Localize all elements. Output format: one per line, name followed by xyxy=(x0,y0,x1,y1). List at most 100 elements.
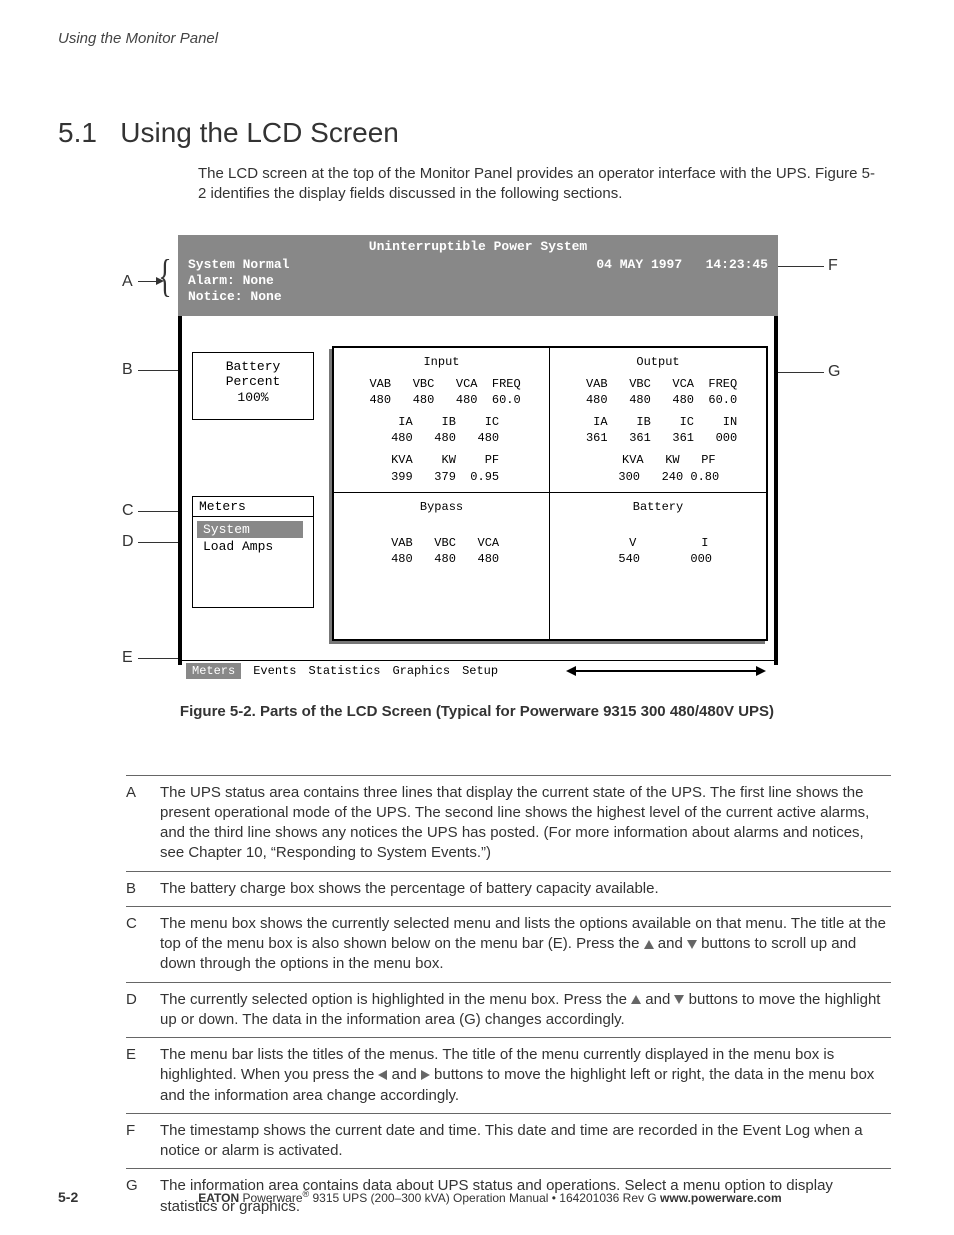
data-row: VAB VBC VCA FREQ xyxy=(558,376,758,392)
footer-text: EATON Powerware® 9315 UPS (200–300 kVA) … xyxy=(198,1189,781,1205)
figure-caption: Figure 5-2. Parts of the LCD Screen (Typ… xyxy=(58,703,896,720)
menubar-arrows-icon xyxy=(566,665,766,677)
def-key: D xyxy=(126,990,160,1031)
def-key: B xyxy=(126,879,160,899)
menu-item: Load Amps xyxy=(197,538,309,555)
battery-box: Battery Percent 100% xyxy=(192,352,314,420)
quad-title: Input xyxy=(342,354,541,370)
quad-input: Input VAB VBC VCA FREQ 480 480 480 60.0 … xyxy=(334,348,550,494)
figure-wrap: A { B C D E F G Uninterruptible Power Sy… xyxy=(58,235,896,695)
lcd-body: Battery Percent 100% Meters System Load … xyxy=(182,316,774,681)
section-number: 5.1 xyxy=(58,117,97,148)
data-row: 300 240 0.80 xyxy=(558,469,758,485)
menubar-item: Events xyxy=(247,663,302,679)
def-text: The currently selected option is highlig… xyxy=(160,990,891,1031)
info-area: Input VAB VBC VCA FREQ 480 480 480 60.0 … xyxy=(332,346,768,641)
data-row: KVA KW PF xyxy=(558,452,758,468)
data-row: 361 361 361 000 xyxy=(558,430,758,446)
def-text-part: The currently selected option is highlig… xyxy=(160,991,627,1008)
data-row: 480 480 480 xyxy=(342,551,541,567)
callout-C: C xyxy=(122,502,134,520)
callout-line xyxy=(138,658,182,660)
menubar-item: Graphics xyxy=(386,663,456,679)
running-head: Using the Monitor Panel xyxy=(58,30,896,47)
quad-title: Output xyxy=(558,354,758,370)
battery-percent: 100% xyxy=(193,390,313,406)
footer-product: Powerware xyxy=(242,1191,302,1205)
menu-title: Meters xyxy=(193,497,313,517)
def-text-part: and xyxy=(392,1066,417,1083)
def-row-F: F The timestamp shows the current date a… xyxy=(126,1114,891,1170)
data-row: 399 379 0.95 xyxy=(342,469,541,485)
battery-label: Battery xyxy=(193,359,313,375)
callout-E: E xyxy=(122,649,133,667)
lcd-title: Uninterruptible Power System xyxy=(188,239,768,255)
quad-title: Bypass xyxy=(342,499,541,515)
left-arrow-icon xyxy=(378,1070,387,1080)
def-key: F xyxy=(126,1121,160,1162)
footer-url: www.powerware.com xyxy=(660,1191,782,1205)
callout-A: A xyxy=(122,273,133,291)
arrow-right-icon xyxy=(156,277,164,285)
def-row-B: B The battery charge box shows the perce… xyxy=(126,872,891,907)
footer-brand: EATON xyxy=(198,1191,239,1205)
def-row-A: A The UPS status area contains three lin… xyxy=(126,775,891,872)
def-text: The battery charge box shows the percent… xyxy=(160,879,891,899)
menubar-item: Setup xyxy=(456,663,504,679)
data-row: 480 480 480 60.0 xyxy=(558,392,758,408)
intro-paragraph: The LCD screen at the top of the Monitor… xyxy=(198,164,878,205)
status-notice: Notice: None xyxy=(188,289,768,305)
def-row-E: E The menu bar lists the titles of the m… xyxy=(126,1038,891,1114)
down-arrow-icon xyxy=(674,995,684,1004)
quad-battery: Battery V I 540 000 xyxy=(550,493,766,639)
def-text: The menu box shows the currently selecte… xyxy=(160,914,891,975)
menu-box: Meters System Load Amps xyxy=(192,496,314,608)
data-row: KVA KW PF xyxy=(342,452,541,468)
down-arrow-icon xyxy=(687,940,697,949)
page-number: 5-2 xyxy=(58,1189,78,1205)
lcd-time: 14:23:45 xyxy=(706,257,768,272)
def-text: The menu bar lists the titles of the men… xyxy=(160,1045,891,1106)
up-arrow-icon xyxy=(644,940,654,949)
callout-B: B xyxy=(122,361,133,379)
right-arrow-icon xyxy=(421,1070,430,1080)
quad-output: Output VAB VBC VCA FREQ 480 480 480 60.0… xyxy=(550,348,766,494)
def-text-part: and xyxy=(645,991,670,1008)
menu-bar: Meters Events Statistics Graphics Setup xyxy=(182,660,774,681)
footer-rest: 9315 UPS (200–300 kVA) Operation Manual … xyxy=(309,1191,660,1205)
def-row-C: C The menu box shows the currently selec… xyxy=(126,907,891,983)
quad-bypass: Bypass VAB VBC VCA 480 480 480 xyxy=(334,493,550,639)
menu-item-selected: System xyxy=(197,521,303,538)
lcd-date: 04 MAY 1997 xyxy=(596,257,682,272)
data-row: V I xyxy=(558,535,758,551)
callout-line xyxy=(778,266,824,268)
callout-G: G xyxy=(828,363,840,381)
menubar-item: Statistics xyxy=(302,663,386,679)
quad-title: Battery xyxy=(558,499,758,515)
callout-line xyxy=(138,281,156,283)
callout-F: F xyxy=(828,257,838,275)
def-text: The UPS status area contains three lines… xyxy=(160,783,891,864)
data-row: 480 480 480 60.0 xyxy=(342,392,541,408)
up-arrow-icon xyxy=(631,995,641,1004)
def-row-D: D The currently selected option is highl… xyxy=(126,983,891,1039)
lcd-screen: Uninterruptible Power System System Norm… xyxy=(178,235,778,665)
definitions-table: A The UPS status area contains three lin… xyxy=(126,775,891,1224)
def-key: A xyxy=(126,783,160,864)
def-text: The timestamp shows the current date and… xyxy=(160,1121,891,1162)
def-key: E xyxy=(126,1045,160,1106)
menubar-item-selected: Meters xyxy=(186,663,241,679)
def-key: C xyxy=(126,914,160,975)
page-footer: 5-2 EATON Powerware® 9315 UPS (200–300 k… xyxy=(58,1189,896,1205)
data-row: 540 000 xyxy=(558,551,758,567)
battery-label: Percent xyxy=(193,374,313,390)
brace-icon: { xyxy=(158,249,171,302)
status-alarm: Alarm: None xyxy=(188,273,768,289)
data-row: 480 480 480 xyxy=(342,430,541,446)
status-mode: System Normal xyxy=(188,257,289,273)
def-text-part: and xyxy=(658,935,683,952)
data-row: IA IB IC xyxy=(342,414,541,430)
section-heading: 5.1 Using the LCD Screen xyxy=(58,117,896,149)
data-row: VAB VBC VCA FREQ xyxy=(342,376,541,392)
section-title: Using the LCD Screen xyxy=(120,117,399,148)
